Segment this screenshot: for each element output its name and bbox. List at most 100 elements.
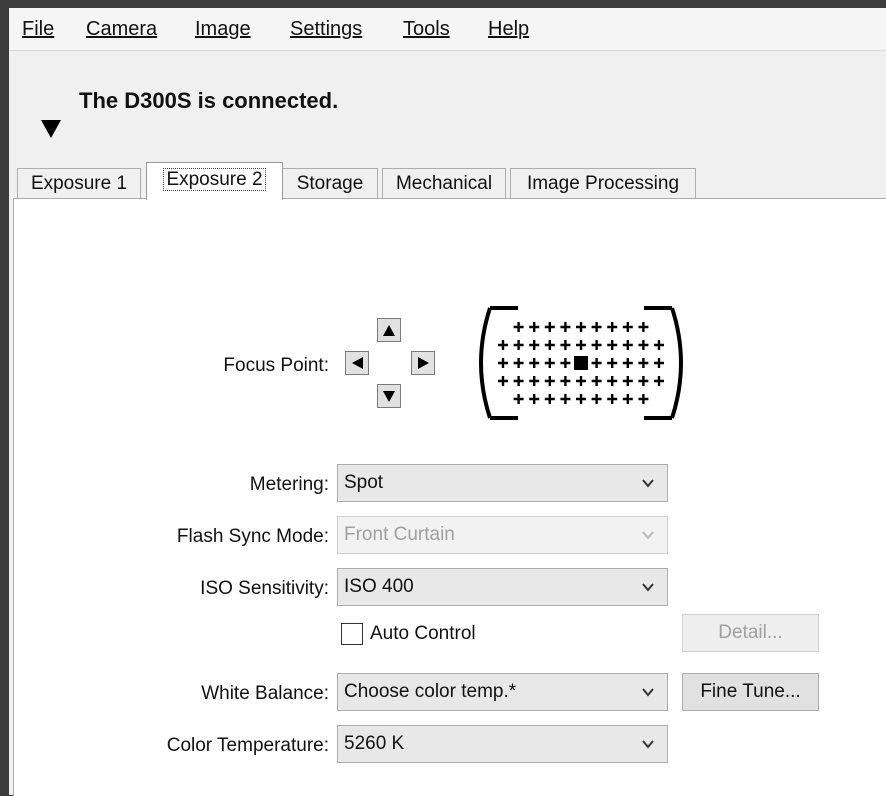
af-point[interactable]: [513, 322, 524, 332]
af-point[interactable]: [638, 394, 649, 404]
af-point[interactable]: [591, 358, 602, 368]
af-point[interactable]: [591, 322, 602, 332]
af-point[interactable]: [529, 322, 540, 332]
tab-exposure-2[interactable]: Exposure 2: [146, 162, 283, 200]
chevron-down-icon: [642, 688, 654, 697]
af-point[interactable]: [544, 394, 555, 404]
chevron-down-icon: [642, 740, 654, 749]
af-point[interactable]: [591, 394, 602, 404]
af-point[interactable]: [498, 376, 508, 386]
af-point[interactable]: [591, 340, 602, 350]
tab-mechanical[interactable]: Mechanical: [382, 168, 506, 198]
af-point[interactable]: [607, 376, 618, 386]
menu-help[interactable]: Help: [488, 18, 529, 41]
af-point[interactable]: [638, 340, 649, 350]
focus-down-button[interactable]: [377, 384, 401, 408]
white-balance-select[interactable]: Choose color temp.*: [337, 673, 668, 711]
af-point[interactable]: [513, 376, 524, 386]
arrow-up-icon: [383, 325, 395, 336]
flash-sync-label: Flash Sync Mode:: [176, 526, 329, 547]
af-point[interactable]: [638, 358, 649, 368]
menu-settings[interactable]: Settings: [290, 18, 362, 41]
focus-up-button[interactable]: [377, 318, 401, 342]
af-point[interactable]: [607, 394, 618, 404]
metering-select[interactable]: Spot: [337, 464, 668, 502]
af-point[interactable]: [560, 376, 571, 386]
af-point[interactable]: [513, 394, 524, 404]
af-point[interactable]: [560, 394, 571, 404]
chevron-down-icon: [642, 479, 654, 488]
iso-select[interactable]: ISO 400: [337, 568, 668, 606]
af-point[interactable]: [654, 358, 664, 368]
af-point[interactable]: [607, 322, 618, 332]
af-point[interactable]: [529, 358, 540, 368]
af-point[interactable]: [529, 376, 540, 386]
af-point[interactable]: [654, 340, 664, 350]
chevron-down-icon: [642, 583, 654, 592]
color-temperature-select[interactable]: 5260 K: [337, 725, 668, 763]
af-point[interactable]: [622, 376, 633, 386]
af-point[interactable]: [544, 358, 555, 368]
connection-status: The D300S is connected.: [79, 88, 339, 113]
af-point[interactable]: [498, 340, 508, 350]
flash-sync-select[interactable]: Front Curtain: [337, 516, 668, 554]
menu-camera[interactable]: Camera: [86, 18, 157, 41]
white-balance-label: White Balance:: [201, 683, 329, 704]
af-point[interactable]: [498, 358, 508, 368]
menu-bar: File Camera Image Settings Tools Help: [9, 8, 886, 51]
af-point[interactable]: [529, 340, 540, 350]
af-point[interactable]: [622, 322, 633, 332]
af-point[interactable]: [591, 376, 602, 386]
fine-tune-button[interactable]: Fine Tune...: [682, 673, 819, 711]
af-point[interactable]: [513, 358, 524, 368]
af-point[interactable]: [638, 376, 649, 386]
white-balance-value: Choose color temp.*: [344, 681, 517, 702]
tab-storage[interactable]: Storage: [282, 168, 378, 198]
arrow-down-icon: [383, 391, 395, 402]
af-point[interactable]: [638, 322, 649, 332]
focus-left-button[interactable]: [345, 351, 369, 375]
af-point[interactable]: [622, 340, 633, 350]
af-point[interactable]: [576, 340, 586, 350]
af-point[interactable]: [544, 322, 555, 332]
focus-point-label: Focus Point:: [223, 355, 329, 376]
af-point-grid[interactable]: [470, 304, 692, 422]
viewfinder-bracket-left: [479, 307, 492, 419]
iso-value: ISO 400: [344, 576, 414, 597]
menu-image[interactable]: Image: [195, 18, 251, 41]
af-point-selected[interactable]: [574, 356, 588, 370]
collapse-arrow-icon[interactable]: [41, 120, 61, 138]
auto-control-label[interactable]: Auto Control: [370, 623, 476, 645]
af-point[interactable]: [622, 394, 633, 404]
af-point[interactable]: [560, 322, 571, 332]
af-point[interactable]: [654, 376, 664, 386]
iso-label: ISO Sensitivity:: [200, 578, 329, 599]
af-point[interactable]: [576, 376, 586, 386]
af-point[interactable]: [607, 340, 618, 350]
focus-right-button[interactable]: [411, 351, 435, 375]
af-point[interactable]: [576, 394, 586, 404]
exposure-2-panel: Focus Point: Metering: Spot Flash Sync M…: [13, 198, 886, 796]
color-temperature-label: Color Temperature:: [166, 735, 329, 756]
arrow-left-icon: [352, 357, 363, 369]
arrow-right-icon: [418, 357, 429, 369]
color-temperature-value: 5260 K: [344, 733, 405, 754]
menu-file[interactable]: File: [22, 18, 54, 41]
af-point[interactable]: [544, 376, 555, 386]
menu-tools[interactable]: Tools: [403, 18, 450, 41]
af-point[interactable]: [513, 340, 524, 350]
detail-button[interactable]: Detail...: [682, 614, 819, 652]
af-point[interactable]: [560, 358, 571, 368]
flash-sync-value: Front Curtain: [344, 524, 455, 545]
tab-exposure-1[interactable]: Exposure 1: [17, 168, 141, 198]
af-point[interactable]: [622, 358, 633, 368]
af-point[interactable]: [529, 394, 540, 404]
tab-image-processing[interactable]: Image Processing: [510, 168, 696, 198]
af-point[interactable]: [576, 322, 586, 332]
auto-control-checkbox[interactable]: [341, 623, 363, 645]
af-point[interactable]: [544, 340, 555, 350]
chevron-down-icon: [642, 531, 654, 540]
af-point[interactable]: [560, 340, 571, 350]
af-point[interactable]: [607, 358, 618, 368]
metering-label: Metering:: [249, 474, 329, 495]
